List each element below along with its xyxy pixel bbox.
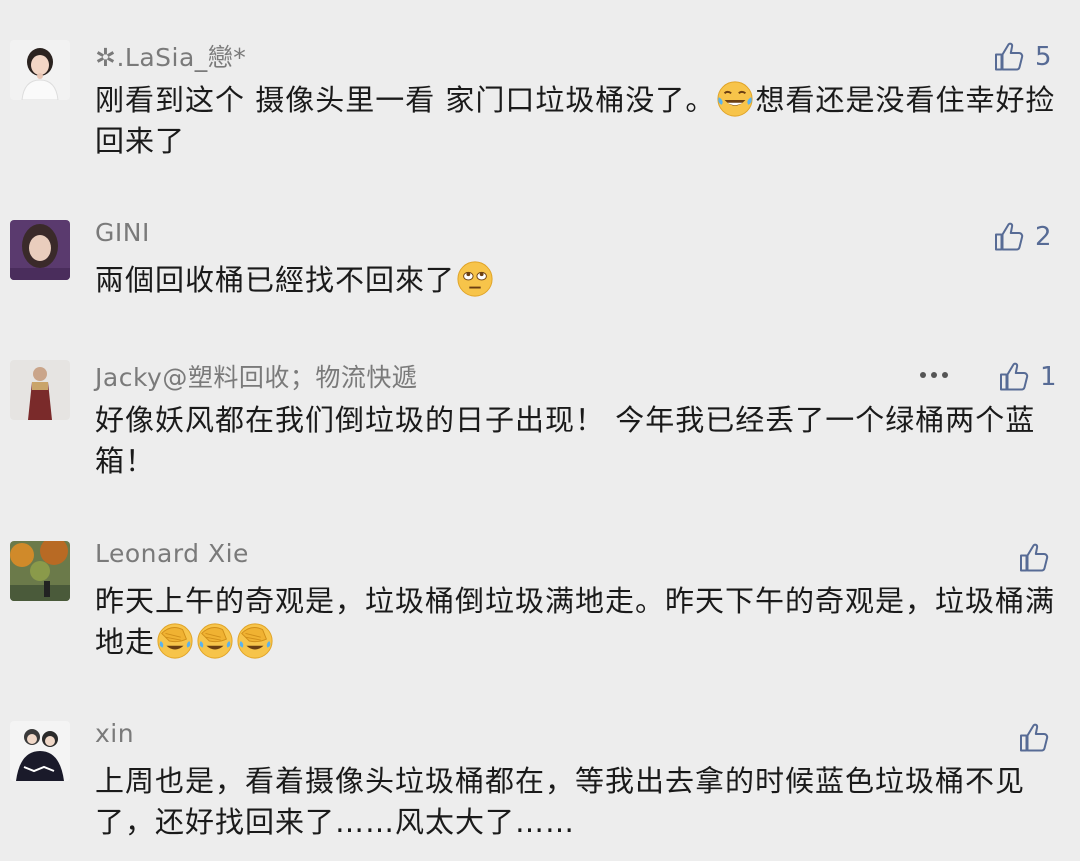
like-count: 5 — [1035, 42, 1052, 72]
avatar[interactable] — [10, 360, 70, 420]
tears-of-joy-emoji — [716, 80, 754, 118]
comment-text: 上周也是，看着摄像头垃圾桶都在，等我出去拿的时候蓝色垃圾桶不见了，还好找回来了…… — [95, 761, 1063, 843]
comment-author[interactable]: xin — [95, 719, 134, 748]
like-button[interactable] — [1018, 721, 1060, 755]
thumbs-up-icon — [993, 221, 1025, 253]
avatar[interactable] — [10, 721, 70, 781]
comment-author[interactable]: Jacky@塑料回收；物流快遞 — [95, 358, 417, 394]
like-count: 1 — [1040, 362, 1057, 392]
like-button[interactable] — [1018, 541, 1060, 575]
avatar[interactable] — [10, 220, 70, 280]
more-dots-icon[interactable] — [920, 372, 948, 378]
comment-list: ✲.LaSia_戀* 5 刚看到这个 摄像头里一看 家门口垃圾桶没了。 想看还是没… — [0, 0, 1080, 861]
comment-text-part: 上周也是，看着摄像头垃圾桶都在，等我出去拿的时候蓝色垃圾桶不见了，还好找回来了…… — [95, 764, 1026, 839]
comment-author[interactable]: ✲.LaSia_戀* — [95, 38, 246, 74]
comment-text-part: 好像妖风都在我们倒垃圾的日子出现！ 今年我已经丢了一个绿桶两个蓝箱！ — [95, 403, 1036, 478]
comment-text: 好像妖风都在我们倒垃圾的日子出现！ 今年我已经丢了一个绿桶两个蓝箱！ — [95, 400, 1063, 482]
comment-text: 昨天上午的奇观是，垃圾桶倒垃圾满地走。昨天下午的奇观是，垃圾桶满地走 — [95, 581, 1063, 663]
facepalm-emoji — [156, 622, 194, 660]
avatar[interactable] — [10, 541, 70, 601]
thumbs-up-icon — [993, 41, 1025, 73]
eye-roll-emoji — [456, 260, 494, 298]
like-button[interactable]: 5 — [993, 40, 1052, 74]
facepalm-emoji — [196, 622, 234, 660]
avatar[interactable] — [10, 40, 70, 100]
thumbs-up-icon — [1018, 722, 1050, 754]
comment-text-part: 兩個回收桶已經找不回來了 — [95, 263, 456, 297]
comment-text: 兩個回收桶已經找不回來了 — [95, 260, 1063, 301]
comment-text-part: 刚看到这个 摄像头里一看 家门口垃圾桶没了。 — [95, 83, 716, 117]
comment-text: 刚看到这个 摄像头里一看 家门口垃圾桶没了。 想看还是没看住幸好捡回来了 — [95, 80, 1063, 162]
thumbs-up-icon — [998, 361, 1030, 393]
comment-author[interactable]: GINI — [95, 218, 150, 247]
like-button[interactable]: 1 — [998, 360, 1057, 394]
like-count: 2 — [1035, 222, 1052, 252]
comment-author[interactable]: Leonard Xie — [95, 539, 249, 568]
like-button[interactable]: 2 — [993, 220, 1052, 254]
facepalm-emoji — [236, 622, 274, 660]
thumbs-up-icon — [1018, 542, 1050, 574]
